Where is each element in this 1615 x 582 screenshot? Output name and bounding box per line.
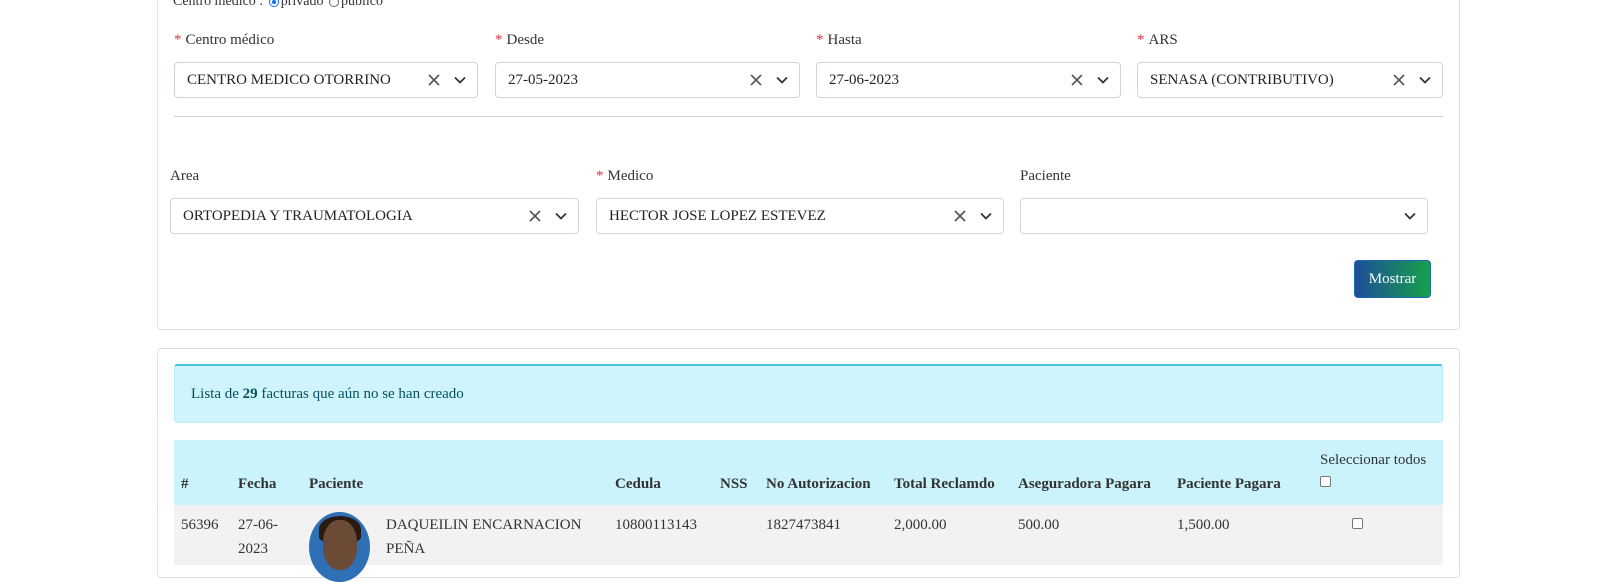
cell-id: 56396 bbox=[181, 517, 219, 533]
cell-cedula: 10800113143 bbox=[615, 517, 697, 533]
clear-icon[interactable] bbox=[747, 71, 765, 89]
col-header-fecha: Fecha bbox=[238, 476, 277, 492]
clear-icon[interactable] bbox=[1390, 71, 1408, 89]
cell-paciente-line1: DAQUEILIN ENCARNACION bbox=[386, 517, 582, 533]
col-header-total-reclamado: Total Reclamdo bbox=[894, 476, 995, 492]
filter-card bbox=[157, 0, 1460, 330]
select-all-label: Seleccionar todos bbox=[1320, 452, 1427, 468]
col-header-number: # bbox=[181, 476, 189, 492]
col-header-no-autorizacion: No Autorizacion bbox=[766, 476, 871, 492]
select-centro-medico[interactable]: CENTRO MEDICO OTORRINO bbox=[174, 62, 478, 98]
radio-privado-label: privado bbox=[280, 0, 324, 9]
row-checkbox[interactable] bbox=[1352, 518, 1363, 529]
radio-publico[interactable] bbox=[328, 0, 339, 7]
label-desde: * Desde bbox=[495, 32, 544, 48]
select-paciente[interactable] bbox=[1020, 198, 1428, 234]
centro-type-radio-group: Centro médico : privado público bbox=[173, 0, 383, 10]
select-medico[interactable]: HECTOR JOSE LOPEZ ESTEVEZ bbox=[596, 198, 1004, 234]
alert-text: Lista de 29 facturas que aún no se han c… bbox=[191, 386, 464, 402]
clear-icon[interactable] bbox=[526, 207, 544, 225]
clear-icon[interactable] bbox=[425, 71, 443, 89]
col-header-nss: NSS bbox=[720, 476, 748, 492]
chevron-down-icon[interactable] bbox=[979, 209, 993, 223]
col-header-cedula: Cedula bbox=[615, 476, 661, 492]
label-centro-medico: * Centro médico bbox=[174, 32, 275, 48]
col-header-aseguradora-pagara: Aseguradora Pagara bbox=[1018, 476, 1151, 492]
radio-privado[interactable] bbox=[268, 0, 279, 7]
alert-count: 29 bbox=[242, 386, 258, 402]
cell-fecha-line1: 27-06- bbox=[238, 517, 278, 533]
chevron-down-icon[interactable] bbox=[775, 73, 789, 87]
clear-icon[interactable] bbox=[1068, 71, 1086, 89]
cell-paciente-pagara: 1,500.00 bbox=[1177, 517, 1230, 533]
select-hasta[interactable]: 27-06-2023 bbox=[816, 62, 1121, 98]
cell-total: 2,000.00 bbox=[894, 517, 947, 533]
col-header-paciente: Paciente bbox=[309, 476, 364, 492]
cell-autorizacion: 1827473841 bbox=[766, 517, 841, 533]
cell-aseguradora: 500.00 bbox=[1018, 517, 1060, 533]
select-all-checkbox[interactable] bbox=[1320, 476, 1331, 487]
chevron-down-icon[interactable] bbox=[554, 209, 568, 223]
chevron-down-icon[interactable] bbox=[1403, 209, 1417, 223]
clear-icon[interactable] bbox=[951, 207, 969, 225]
col-header-paciente-pagara: Paciente Pagara bbox=[1177, 476, 1281, 492]
radio-publico-label: público bbox=[340, 0, 383, 9]
label-medico: * Medico bbox=[596, 168, 654, 184]
divider bbox=[174, 116, 1443, 117]
chevron-down-icon[interactable] bbox=[453, 73, 467, 87]
select-area[interactable]: ORTOPEDIA Y TRAUMATOLOGIA bbox=[170, 198, 579, 234]
label-paciente: Paciente bbox=[1020, 168, 1071, 184]
label-area: Area bbox=[170, 168, 200, 184]
avatar bbox=[309, 512, 370, 582]
chevron-down-icon[interactable] bbox=[1096, 73, 1110, 87]
radio-group-label: Centro médico : bbox=[173, 0, 264, 9]
cell-paciente-line2: PEÑA bbox=[386, 541, 426, 557]
info-alert: Lista de 29 facturas que aún no se han c… bbox=[174, 364, 1443, 423]
mostrar-button[interactable]: Mostrar bbox=[1354, 260, 1431, 298]
cell-fecha-line2: 2023 bbox=[238, 541, 268, 557]
select-desde[interactable]: 27-05-2023 bbox=[495, 62, 800, 98]
label-ars: * ARS bbox=[1137, 32, 1178, 48]
table-header bbox=[174, 440, 1443, 505]
select-ars[interactable]: SENASA (CONTRIBUTIVO) bbox=[1137, 62, 1443, 98]
label-hasta: * Hasta bbox=[816, 32, 862, 48]
chevron-down-icon[interactable] bbox=[1418, 73, 1432, 87]
